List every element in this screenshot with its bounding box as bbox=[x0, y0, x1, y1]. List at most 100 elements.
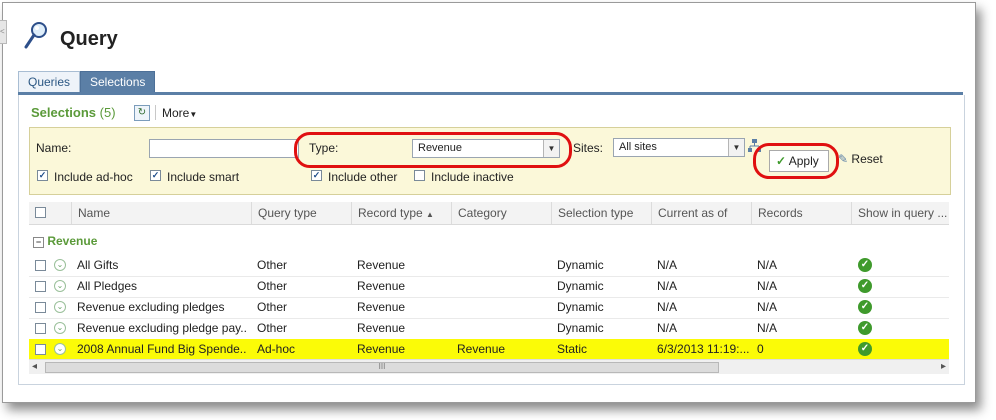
group-header-revenue[interactable]: − Revenue bbox=[33, 234, 97, 248]
green-check-icon: ✓ bbox=[858, 321, 872, 335]
expand-row-icon[interactable]: ⌄ bbox=[54, 259, 66, 271]
row-records: N/A bbox=[757, 321, 778, 335]
column-category[interactable]: Category bbox=[451, 202, 551, 224]
sites-label: Sites: bbox=[573, 141, 604, 155]
row-records: N/A bbox=[757, 279, 778, 293]
grid-header: Name Query type Record type ▲ Category S… bbox=[29, 202, 949, 225]
expand-row-icon[interactable]: ⌄ bbox=[54, 343, 66, 355]
row-name[interactable]: Revenue excluding pledge pay... bbox=[77, 318, 247, 339]
green-check-icon: ✓ bbox=[858, 258, 872, 272]
expand-row-icon[interactable]: ⌄ bbox=[54, 301, 66, 313]
include-other-checkbox[interactable]: ✓ bbox=[311, 170, 322, 181]
table-row-highlighted[interactable]: ⌄ 2008 Annual Fund Big Spende... Ad-hoc … bbox=[29, 339, 949, 361]
include-adhoc-checkbox[interactable]: ✓ bbox=[37, 170, 48, 181]
row-name[interactable]: All Pledges bbox=[77, 276, 247, 297]
expand-row-icon[interactable]: ⌄ bbox=[54, 322, 66, 334]
include-inactive-checkbox[interactable] bbox=[414, 170, 425, 181]
select-all-checkbox[interactable] bbox=[35, 207, 46, 218]
expand-row-icon[interactable]: ⌄ bbox=[54, 280, 66, 292]
row-record-type: Revenue bbox=[357, 300, 406, 314]
name-input[interactable] bbox=[149, 139, 299, 158]
more-menu[interactable]: More▼ bbox=[162, 106, 197, 120]
annotation-apply-highlight bbox=[753, 143, 839, 179]
side-collapse-handle[interactable]: < bbox=[0, 20, 7, 44]
row-current-as-of: N/A bbox=[657, 279, 678, 293]
selections-heading: Selections (5) bbox=[31, 105, 116, 120]
row-current-as-of: 6/3/2013 11:19:... bbox=[657, 342, 750, 356]
scrollbar-thumb[interactable]: III bbox=[45, 362, 719, 373]
row-query-type: Other bbox=[257, 258, 288, 272]
row-category: Revenue bbox=[457, 342, 506, 356]
row-record-type: Revenue bbox=[357, 321, 406, 335]
row-name[interactable]: 2008 Annual Fund Big Spende... bbox=[77, 339, 247, 360]
reset-filter-icon: ✎ bbox=[838, 152, 849, 166]
table-row[interactable]: ⌄ Revenue excluding pledges Other Revenu… bbox=[29, 297, 949, 319]
scroll-right-arrow-icon[interactable]: ▸ bbox=[941, 360, 946, 374]
row-checkbox[interactable] bbox=[35, 344, 46, 355]
include-smart-checkbox[interactable]: ✓ bbox=[150, 170, 161, 181]
row-category bbox=[457, 255, 551, 276]
sites-select-value: All sites bbox=[619, 141, 657, 153]
table-row[interactable]: ⌄ Revenue excluding pledge pay... Other … bbox=[29, 318, 949, 340]
row-checkbox[interactable] bbox=[35, 281, 46, 292]
row-query-type: Other bbox=[257, 279, 288, 293]
include-adhoc-label: Include ad-hoc bbox=[54, 170, 133, 184]
horizontal-scrollbar[interactable]: ◂ III ▸ bbox=[29, 359, 949, 374]
column-current-as-of[interactable]: Current as of bbox=[651, 202, 751, 224]
row-current-as-of: N/A bbox=[657, 321, 678, 335]
row-selection-type: Dynamic bbox=[557, 321, 604, 335]
include-inactive-label: Include inactive bbox=[431, 170, 514, 184]
row-selection-type: Dynamic bbox=[557, 279, 604, 293]
selections-title: Selections bbox=[31, 105, 97, 120]
row-category bbox=[457, 276, 551, 297]
sort-ascending-icon: ▲ bbox=[426, 210, 434, 219]
row-record-type: Revenue bbox=[357, 279, 406, 293]
more-label: More bbox=[162, 106, 190, 120]
chevron-down-icon[interactable]: ▼ bbox=[728, 139, 744, 156]
row-checkbox[interactable] bbox=[35, 323, 46, 334]
table-row[interactable]: ⌄ All Pledges Other Revenue Dynamic N/A … bbox=[29, 276, 949, 298]
row-checkbox[interactable] bbox=[35, 260, 46, 271]
row-checkbox[interactable] bbox=[35, 302, 46, 313]
tab-selections[interactable]: Selections bbox=[80, 71, 156, 93]
row-record-type: Revenue bbox=[357, 258, 406, 272]
column-record-type-label: Record type bbox=[358, 206, 423, 220]
column-selection-type[interactable]: Selection type bbox=[551, 202, 651, 224]
row-query-type: Ad-hoc bbox=[257, 342, 296, 356]
row-current-as-of: N/A bbox=[657, 258, 678, 272]
scrollbar-grip: III bbox=[378, 362, 386, 371]
collapse-icon[interactable]: − bbox=[33, 237, 44, 248]
column-records[interactable]: Records bbox=[751, 202, 851, 224]
green-check-icon: ✓ bbox=[858, 342, 872, 356]
column-record-type[interactable]: Record type ▲ bbox=[351, 202, 451, 224]
reset-label: Reset bbox=[851, 152, 883, 166]
row-selection-type: Dynamic bbox=[557, 300, 604, 314]
column-show-in-query[interactable]: Show in query ... bbox=[851, 202, 949, 224]
row-records: N/A bbox=[757, 300, 778, 314]
row-category bbox=[457, 318, 551, 339]
row-name[interactable]: Revenue excluding pledges bbox=[77, 297, 247, 318]
green-check-icon: ✓ bbox=[858, 300, 872, 314]
column-name[interactable]: Name bbox=[71, 202, 251, 224]
annotation-type-highlight bbox=[294, 132, 572, 168]
row-records: 0 bbox=[757, 342, 764, 356]
toolbar-divider bbox=[155, 105, 156, 120]
column-query-type[interactable]: Query type bbox=[251, 202, 351, 224]
row-selection-type: Dynamic bbox=[557, 258, 604, 272]
row-name[interactable]: All Gifts bbox=[77, 255, 247, 276]
magnifier-query-icon bbox=[24, 22, 47, 49]
sites-select[interactable]: All sites ▼ bbox=[613, 138, 745, 157]
reset-button[interactable]: ✎ Reset bbox=[838, 152, 883, 166]
row-record-type: Revenue bbox=[357, 342, 406, 356]
include-other-label: Include other bbox=[328, 170, 398, 184]
row-records: N/A bbox=[757, 258, 778, 272]
selections-count: (5) bbox=[99, 105, 116, 120]
green-check-icon: ✓ bbox=[858, 279, 872, 293]
name-label: Name: bbox=[36, 141, 72, 155]
scroll-left-arrow-icon[interactable]: ◂ bbox=[32, 360, 37, 374]
tab-queries[interactable]: Queries bbox=[18, 71, 81, 93]
table-row[interactable]: ⌄ All Gifts Other Revenue Dynamic N/A N/… bbox=[29, 255, 949, 277]
refresh-icon[interactable]: ↻ bbox=[134, 105, 150, 121]
page-title: Query bbox=[60, 28, 118, 50]
row-current-as-of: N/A bbox=[657, 300, 678, 314]
